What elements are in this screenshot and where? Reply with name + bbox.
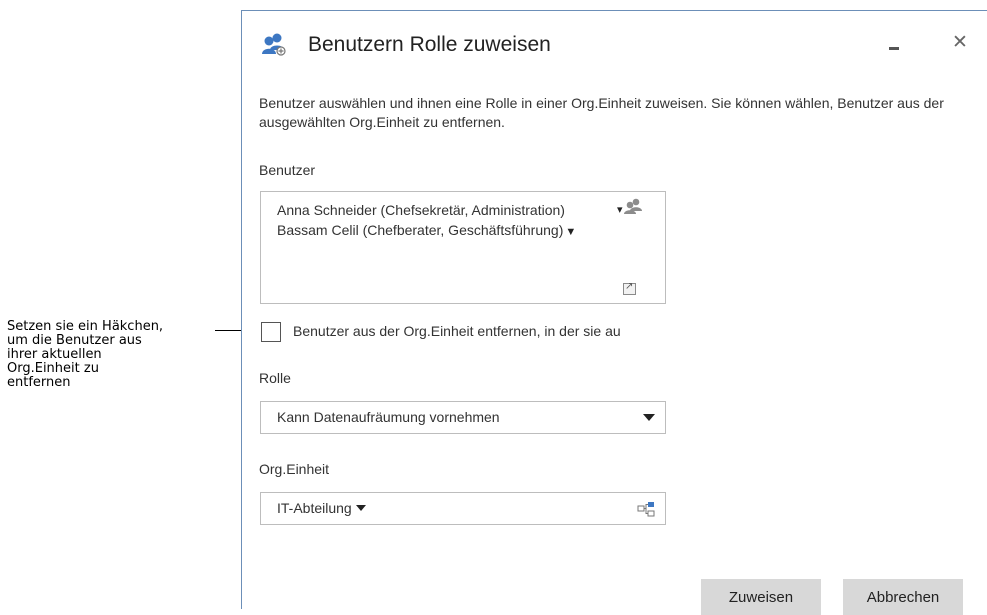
dialog-title: Benutzern Rolle zuweisen (308, 33, 551, 56)
user-item[interactable]: Bassam Celil (Chefberater, Geschäftsführ… (277, 222, 627, 238)
assign-button[interactable]: Zuweisen (701, 579, 821, 615)
remove-from-org-checkbox[interactable] (261, 322, 281, 342)
chevron-down-icon (355, 505, 366, 511)
role-label: Rolle (259, 370, 291, 386)
org-unit-value: IT-Abteilung (277, 500, 366, 516)
users-list[interactable]: Anna Schneider (Chefsekretär, Administra… (260, 191, 666, 304)
expand-icon[interactable] (623, 281, 636, 295)
dialog-titlebar: Benutzern Rolle zuweisen ✕ (242, 11, 987, 71)
chevron-down-icon (643, 414, 655, 421)
callout-line: Org.Einheit zu (7, 361, 99, 376)
callout-line: entfernen (7, 375, 71, 390)
org-unit-select[interactable]: IT-Abteilung (260, 492, 666, 525)
cancel-button[interactable]: Abbrechen (843, 579, 963, 615)
user-item-dropdown-icon[interactable]: ▾ (617, 203, 623, 216)
close-button[interactable]: ✕ (946, 29, 974, 57)
role-select[interactable]: Kann Datenaufräumung vornehmen (260, 401, 666, 434)
user-item[interactable]: Anna Schneider (Chefsekretär, Administra… (277, 202, 620, 218)
callout-line: ihrer aktuellen (7, 347, 102, 362)
user-item-label: Anna Schneider (Chefsekretär, Administra… (277, 202, 565, 218)
org-tree-icon[interactable] (637, 501, 655, 517)
user-item-dropdown-icon[interactable]: ▼ (565, 226, 576, 238)
role-select-value: Kann Datenaufräumung vornehmen (277, 409, 500, 425)
users-icon (262, 33, 286, 56)
org-unit-label: Org.Einheit (259, 461, 330, 477)
callout-line: Setzen sie ein Häkchen, (7, 319, 164, 334)
remove-from-org-label: Benutzer aus der Org.Einheit entfernen, … (293, 323, 621, 339)
annotation-callout: Setzen sie ein Häkchen, um die Benutzer … (7, 320, 217, 390)
user-item-label: Bassam Celil (Chefberater, Geschäftsführ… (277, 222, 564, 238)
users-picker-icon[interactable] (623, 197, 643, 217)
close-icon: ✕ (952, 32, 968, 53)
users-label: Benutzer (259, 162, 316, 178)
assign-role-dialog: Benutzern Rolle zuweisen ✕ Benutzer ausw… (241, 10, 987, 615)
callout-line: um die Benutzer aus (7, 333, 142, 348)
dialog-description: Benutzer auswählen und ihnen eine Rolle … (259, 95, 944, 130)
minimize-button[interactable] (883, 37, 903, 57)
